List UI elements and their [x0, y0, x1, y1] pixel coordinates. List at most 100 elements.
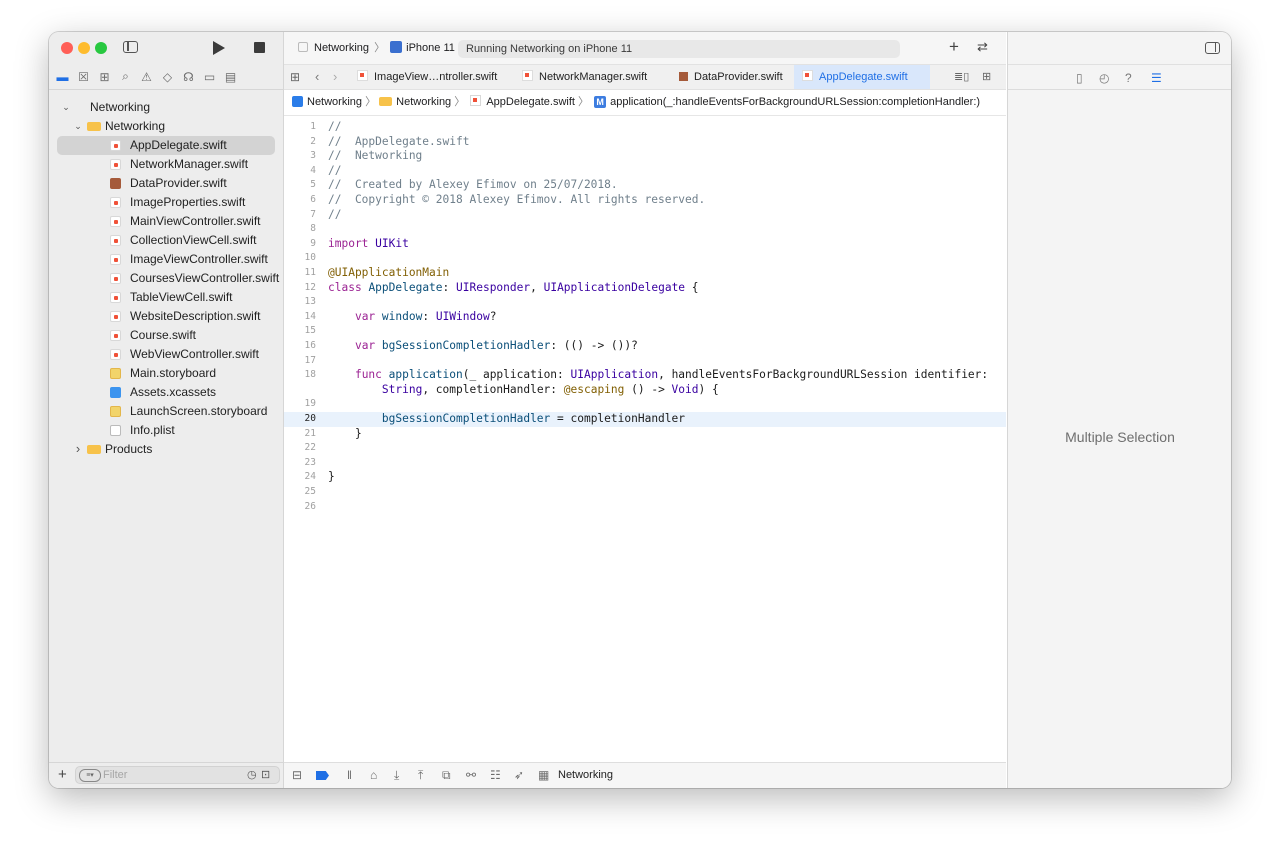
code-line[interactable]: 16 var bgSessionCompletionHadler: (() ->… [284, 339, 1006, 354]
add-file-icon[interactable]: + [58, 766, 67, 783]
tree-item-6[interactable]: MainViewController.swift [57, 212, 275, 231]
add-editor-icon[interactable]: ⊞ [982, 70, 991, 83]
help-inspector-icon[interactable]: ? [1125, 71, 1132, 85]
tree-item-4[interactable]: DataProvider.swift [57, 174, 275, 193]
file-inspector-icon[interactable]: ▯ [1076, 71, 1083, 85]
report-navigator-icon[interactable]: ▤ [220, 67, 241, 87]
related-items-icon[interactable]: ⊞ [290, 70, 300, 84]
tree-item-18[interactable]: › Products [57, 440, 275, 459]
tree-item-2[interactable]: AppDelegate.swift [57, 136, 275, 155]
filter-field[interactable]: ≡▾ Filter ◷ ⊡ [75, 766, 280, 784]
source-control-filter-icon[interactable]: ⊡ [261, 768, 270, 781]
code-line[interactable]: 24} [284, 470, 1006, 485]
chevron-right-icon[interactable]: › [73, 439, 83, 458]
code-line[interactable]: 23 [284, 456, 1006, 471]
view-hierarchy-icon[interactable]: ⧉ [442, 768, 451, 783]
tree-item-1[interactable]: ⌄ Networking [57, 117, 275, 136]
jump-project[interactable]: Networking [307, 96, 362, 108]
recent-files-icon[interactable]: ◷ [247, 768, 257, 781]
pause-icon[interactable]: ‖ [347, 768, 352, 782]
memory-graph-icon[interactable]: ⚯ [466, 768, 476, 782]
code-line[interactable]: 3 // Networking [284, 149, 1006, 164]
code-line[interactable]: 21 } [284, 427, 1006, 442]
tree-item-5[interactable]: ImageProperties.swift [57, 193, 275, 212]
folder-navigator-icon[interactable]: ▬ [52, 67, 73, 87]
code-line[interactable]: 4 // [284, 164, 1006, 179]
code-line[interactable]: 19 [284, 397, 1006, 412]
code-line[interactable]: 14 var window: UIWindow? [284, 310, 1006, 325]
debug-target[interactable]: Networking [558, 769, 613, 781]
code-line[interactable]: 18 func application(_ application: UIApp… [284, 368, 1006, 383]
code-line[interactable]: 1 // [284, 120, 1006, 135]
code-line[interactable]: 25 [284, 485, 1006, 500]
run-button[interactable] [213, 41, 225, 55]
code-line[interactable]: 2 // AppDelegate.swift [284, 135, 1006, 150]
code-line[interactable]: 26 [284, 500, 1006, 515]
tree-item-10[interactable]: TableViewCell.swift [57, 288, 275, 307]
find-navigator-icon[interactable]: ⌕ [115, 67, 136, 87]
tree-item-14[interactable]: Main.storyboard [57, 364, 275, 383]
code-line[interactable]: 9 import UIKit [284, 237, 1006, 252]
tree-item-7[interactable]: CollectionViewCell.swift [57, 231, 275, 250]
jump-group[interactable]: Networking [396, 96, 451, 108]
breakpoint-navigator-icon[interactable]: ▭ [199, 67, 220, 87]
attributes-inspector-icon[interactable]: ☰ [1151, 71, 1162, 85]
code-line[interactable]: String, completionHandler: @escaping () … [284, 383, 1006, 398]
code-line[interactable]: 15 [284, 324, 1006, 339]
jump-file[interactable]: AppDelegate.swift [486, 96, 575, 108]
code-line[interactable]: 8 [284, 222, 1006, 237]
tree-item-15[interactable]: Assets.xcassets [57, 383, 275, 402]
editor-options-icon[interactable]: ≣▯ [954, 70, 969, 83]
editor-tab-0[interactable]: ImageView…ntroller.swift [349, 65, 499, 89]
step-out-icon[interactable]: ⤒ [418, 768, 423, 783]
breakpoints-toggle-icon[interactable] [316, 771, 329, 780]
tree-item-8[interactable]: ImageViewController.swift [57, 250, 275, 269]
step-over-icon[interactable]: ⌂ [370, 768, 377, 782]
filter-options-icon[interactable]: ≡▾ [79, 769, 101, 782]
source-editor[interactable]: 1 // 2 // AppDelegate.swift 3 // Networking 4 /… [284, 116, 1006, 762]
zoom-window-button[interactable] [95, 42, 107, 54]
tree-item-0[interactable]: ⌄ Networking [57, 98, 275, 117]
issue-navigator-icon[interactable]: ⚠ [136, 67, 157, 87]
step-into-icon[interactable]: ⤓ [394, 768, 399, 783]
code-line[interactable]: 12 class AppDelegate: UIResponder, UIAppl… [284, 281, 1006, 296]
tree-item-3[interactable]: NetworkManager.swift [57, 155, 275, 174]
code-line[interactable]: 17 [284, 354, 1006, 369]
editor-tab-1[interactable]: NetworkManager.swift [514, 65, 654, 89]
hide-debug-area-icon[interactable]: ⊟ [292, 768, 302, 782]
scheme-selector[interactable]: Networking 〉 iPhone 11 [298, 41, 455, 55]
code-line[interactable]: 20 bgSessionCompletionHadler = completio… [284, 412, 1006, 427]
editor-tab-2[interactable]: DataProvider.swift [671, 65, 783, 89]
environment-overrides-icon[interactable]: ☷ [490, 768, 501, 782]
jump-symbol[interactable]: application(_:handleEventsForBackgroundU… [610, 96, 980, 108]
code-review-icon[interactable]: ⇄ [977, 39, 988, 55]
back-arrow-icon[interactable]: ‹ [315, 69, 319, 84]
code-line[interactable]: 7 // [284, 208, 1006, 223]
stop-button[interactable] [254, 42, 265, 53]
source-control-icon[interactable]: ☒ [73, 67, 94, 87]
inspector-toggle-icon[interactable] [1205, 42, 1220, 54]
debug-navigator-icon[interactable]: ☊ [178, 67, 199, 87]
tree-item-16[interactable]: LaunchScreen.storyboard [57, 402, 275, 421]
editor-tab-3[interactable]: AppDelegate.swift [794, 65, 930, 89]
tree-item-17[interactable]: Info.plist [57, 421, 275, 440]
tree-item-9[interactable]: CoursesViewController.swift [57, 269, 279, 288]
code-line[interactable]: 5 // Created by Alexey Efimov on 25/07/20… [284, 178, 1006, 193]
tree-item-12[interactable]: Course.swift [57, 326, 275, 345]
location-icon[interactable]: ➶ [514, 768, 524, 782]
tree-item-13[interactable]: WebViewController.swift [57, 345, 275, 364]
chevron-down-icon[interactable]: ⌄ [61, 98, 71, 117]
test-navigator-icon[interactable]: ◇ [157, 67, 178, 87]
symbol-navigator-icon[interactable]: ⊞ [94, 67, 115, 87]
code-line[interactable]: 11 @UIApplicationMain [284, 266, 1006, 281]
code-line[interactable]: 13 [284, 295, 1006, 310]
add-library-icon[interactable]: + [949, 37, 959, 57]
chevron-down-icon[interactable]: ⌄ [73, 117, 83, 136]
forward-arrow-icon[interactable]: › [333, 69, 337, 84]
history-inspector-icon[interactable]: ◴ [1099, 71, 1109, 85]
tree-item-11[interactable]: WebsiteDescription.swift [57, 307, 275, 326]
code-line[interactable]: 22 [284, 441, 1006, 456]
code-line[interactable]: 10 [284, 251, 1006, 266]
minimize-window-button[interactable] [78, 42, 90, 54]
code-line[interactable]: 6 // Copyright © 2018 Alexey Efimov. All … [284, 193, 1006, 208]
